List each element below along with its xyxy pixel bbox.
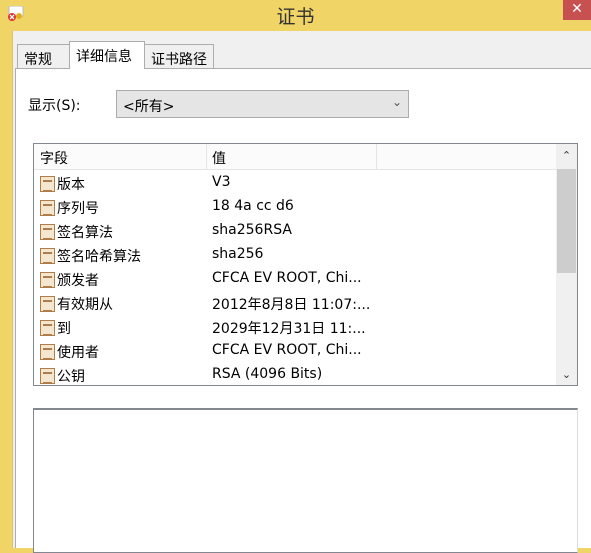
list-item[interactable]: 签名算法 sha256RSA bbox=[34, 220, 556, 244]
list-item[interactable]: 到 2029年12月31日 11:... bbox=[34, 316, 556, 340]
show-label: 显示(S): bbox=[28, 98, 81, 114]
certificate-field-icon bbox=[40, 224, 55, 240]
tab-general[interactable]: 常规 bbox=[17, 44, 70, 69]
field-value: 2029年12月31日 11:... bbox=[212, 321, 366, 337]
close-button[interactable]: ✕ bbox=[563, 0, 591, 20]
field-name: 有效期从 bbox=[57, 297, 113, 313]
field-name: 签名算法 bbox=[57, 225, 113, 241]
list-header: 字段 值 bbox=[34, 144, 556, 170]
list-item[interactable]: 使用者 CFCA EV ROOT, Chi... bbox=[34, 340, 556, 364]
show-selected: <所有> bbox=[123, 99, 175, 115]
field-value: RSA (4096 Bits) bbox=[212, 366, 323, 382]
scrollbar-thumb[interactable] bbox=[557, 169, 576, 273]
field-name: 签名哈希算法 bbox=[57, 249, 141, 265]
list-item[interactable]: 有效期从 2012年8月8日 11:07:... bbox=[34, 292, 556, 316]
fields-list[interactable]: 字段 值 版本 V3 序列号 18 4a cc d6 签名算法 sha256RSA 签名哈希… bbox=[33, 143, 578, 386]
certificate-field-icon bbox=[40, 272, 55, 288]
field-value: sha256RSA bbox=[212, 222, 292, 238]
column-divider[interactable] bbox=[376, 144, 377, 170]
column-header-field[interactable]: 字段 bbox=[40, 148, 68, 168]
field-value: V3 bbox=[212, 174, 231, 190]
list-item[interactable]: 版本 V3 bbox=[34, 172, 556, 196]
field-name: 版本 bbox=[57, 177, 85, 193]
chevron-down-icon: ⌄ bbox=[391, 95, 402, 109]
field-name: 到 bbox=[57, 321, 71, 337]
column-divider[interactable] bbox=[206, 144, 207, 170]
field-name: 序列号 bbox=[57, 201, 99, 217]
certificate-field-icon bbox=[40, 176, 55, 192]
column-header-value[interactable]: 值 bbox=[212, 148, 226, 168]
field-value: 18 4a cc d6 bbox=[212, 198, 294, 214]
field-detail-textbox[interactable] bbox=[33, 408, 578, 553]
title-bar: 证书 ✕ bbox=[0, 0, 591, 31]
certificate-field-icon bbox=[40, 320, 55, 336]
list-item[interactable]: 颁发者 CFCA EV ROOT, Chi... bbox=[34, 268, 556, 292]
certificate-field-icon bbox=[40, 248, 55, 264]
tab-cert-path[interactable]: 证书路径 bbox=[144, 44, 214, 69]
certificate-field-icon bbox=[40, 368, 55, 384]
show-dropdown[interactable]: <所有> ⌄ bbox=[116, 90, 409, 118]
field-value: 2012年8月8日 11:07:... bbox=[212, 297, 371, 313]
certificate-field-icon bbox=[40, 344, 55, 360]
scroll-down-icon[interactable]: ⌄ bbox=[556, 365, 577, 385]
list-item[interactable]: 序列号 18 4a cc d6 bbox=[34, 196, 556, 220]
list-item[interactable]: 公钥 RSA (4096 Bits) bbox=[34, 364, 556, 385]
list-item[interactable]: 签名哈希算法 sha256 bbox=[34, 244, 556, 268]
field-name: 使用者 bbox=[57, 345, 99, 361]
field-value: CFCA EV ROOT, Chi... bbox=[212, 342, 362, 358]
tab-details[interactable]: 详细信息 bbox=[69, 41, 145, 69]
certificate-field-icon bbox=[40, 296, 55, 312]
field-value: sha256 bbox=[212, 246, 264, 262]
field-value: CFCA EV ROOT, Chi... bbox=[212, 270, 362, 286]
certificate-field-icon bbox=[40, 200, 55, 216]
scroll-up-icon[interactable]: ⌃ bbox=[556, 146, 577, 166]
window-title: 证书 bbox=[276, 6, 315, 28]
vertical-scrollbar[interactable]: ⌃ ⌄ bbox=[556, 144, 577, 385]
field-name: 公钥 bbox=[57, 369, 85, 385]
field-name: 颁发者 bbox=[57, 273, 99, 289]
